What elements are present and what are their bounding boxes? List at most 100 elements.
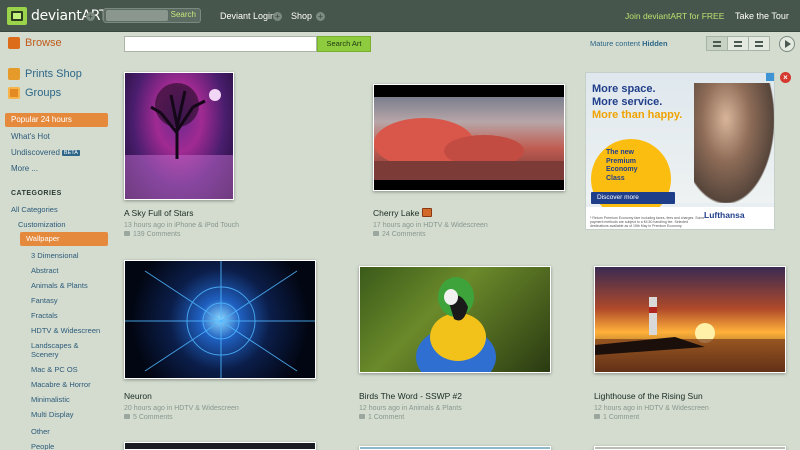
view-grid-button[interactable] xyxy=(727,36,749,51)
comment-icon xyxy=(373,231,379,236)
top-search-input[interactable] xyxy=(106,10,168,21)
thumb-neuron[interactable] xyxy=(124,260,316,379)
category-item[interactable]: Animals & Plants xyxy=(31,281,88,290)
deviation-title[interactable]: Lighthouse of the Rising Sun xyxy=(594,391,703,401)
tree-silhouette-icon xyxy=(125,83,233,199)
menu-plus-icon[interactable]: + xyxy=(86,12,95,21)
ad-caption: The new Premium Economy Class xyxy=(606,149,638,183)
nav-browse-label: Browse xyxy=(25,37,62,49)
comment-icon xyxy=(124,414,130,419)
ad-photo xyxy=(694,83,774,203)
top-search-button[interactable]: Search xyxy=(171,10,196,19)
nav-groups-label: Groups xyxy=(25,87,62,99)
shop-plus-icon[interactable]: + xyxy=(316,12,325,21)
slideshow-button[interactable] xyxy=(779,36,795,52)
deviation-comments[interactable]: 1 Comment xyxy=(359,414,404,421)
category-item[interactable]: All Categories xyxy=(11,205,58,214)
ad-cap-2: Premium xyxy=(606,157,636,165)
mature-value: Hidden xyxy=(642,39,668,48)
top-search[interactable]: Search xyxy=(103,8,201,23)
beta-badge: BETA xyxy=(61,150,80,156)
deviation-title[interactable]: Neuron xyxy=(124,391,152,401)
thumb-birds-the-word[interactable] xyxy=(359,266,551,373)
ad-line-3: More than happy. xyxy=(592,109,683,121)
deviation-meta: 20 hours ago in HDTV & Widescreen xyxy=(124,405,239,412)
ad-fine-print: * Return Premium Economy fare including … xyxy=(590,216,705,228)
ad-info-icon[interactable] xyxy=(766,73,774,81)
art-search-input[interactable] xyxy=(124,36,317,52)
filter-undiscovered-label: Undiscovered xyxy=(11,148,60,157)
nav-browse[interactable]: Browse xyxy=(8,37,62,49)
category-item[interactable]: HDTV & Widescreen xyxy=(31,326,100,335)
deviation-meta: 13 hours ago in iPhone & iPod Touch xyxy=(124,222,240,229)
deviation-meta: 12 hours ago in HDTV & Widescreen xyxy=(594,405,709,412)
deviation-meta: 12 hours ago in Animals & Plants xyxy=(359,405,462,412)
category-item[interactable]: People xyxy=(31,442,54,450)
category-item[interactable]: Other xyxy=(31,427,50,436)
category-item[interactable]: Abstract xyxy=(31,266,59,275)
sidebar: Browse Prints Shop Groups Popular 24 hou… xyxy=(0,33,112,450)
deviation-title[interactable]: A Sky Full of Stars xyxy=(124,208,193,218)
search-art-button[interactable]: Search Art xyxy=(317,36,371,52)
logo-text: deviantART xyxy=(31,8,108,24)
category-item[interactable]: Multi Display xyxy=(31,410,74,419)
list-view-icon xyxy=(713,41,721,47)
thumb-row3-2[interactable] xyxy=(359,446,551,450)
filter-undiscovered[interactable]: Undiscovered BETA xyxy=(11,148,80,157)
category-item[interactable]: Customization xyxy=(18,220,66,229)
tour-link[interactable]: Take the Tour xyxy=(735,11,789,21)
deviation-comments[interactable]: 1 Comment xyxy=(594,414,639,421)
deviation-title[interactable]: Cherry Lake xyxy=(373,208,432,218)
thumb-row3-3[interactable] xyxy=(594,446,786,450)
mature-content-toggle[interactable]: Mature content Hidden xyxy=(590,39,668,48)
deviation-comments[interactable]: 5 Comments xyxy=(124,414,173,421)
deviation-comments[interactable]: 139 Comments xyxy=(124,231,180,238)
login-plus-icon[interactable]: + xyxy=(273,12,282,21)
ad-line-1: More space. xyxy=(592,83,656,95)
thumb-lighthouse[interactable] xyxy=(594,266,786,373)
filter-whats-hot[interactable]: What's Hot xyxy=(11,132,50,141)
thumb-sky-full-of-stars[interactable] xyxy=(124,72,234,200)
ad-line-2: More service. xyxy=(592,96,663,108)
deviation-title-text: Cherry Lake xyxy=(373,208,420,218)
join-link[interactable]: Join deviantART for FREE xyxy=(625,11,724,21)
filter-popular-24[interactable]: Popular 24 hours xyxy=(5,113,108,127)
comment-icon xyxy=(594,414,600,419)
thumb-row3-1[interactable] xyxy=(124,442,316,450)
fractal-burst-icon xyxy=(125,261,315,378)
browse-icon xyxy=(8,37,20,49)
lighthouse-icon xyxy=(595,297,785,372)
category-item-selected[interactable]: Wallpaper xyxy=(20,232,108,246)
shop-link[interactable]: Shop xyxy=(291,11,312,21)
comment-icon xyxy=(124,231,130,236)
categories-heading: CATEGORIES xyxy=(11,190,62,197)
category-item[interactable]: Minimalistic xyxy=(31,395,70,404)
ad-cap-3: Economy xyxy=(606,166,638,173)
category-item[interactable]: Landscapes & Scenery xyxy=(31,341,93,359)
deviation-title[interactable]: Birds The Word - SSWP #2 xyxy=(359,391,462,401)
gift-icon xyxy=(421,208,432,217)
category-item[interactable]: 3 Dimensional xyxy=(31,251,79,260)
advertisement[interactable]: More space. More service. More than happ… xyxy=(585,72,775,230)
view-large-button[interactable] xyxy=(748,36,770,51)
view-list-button[interactable] xyxy=(706,36,728,51)
nav-prints-shop[interactable]: Prints Shop xyxy=(8,68,82,80)
deviantart-logo-icon xyxy=(7,7,27,25)
ad-close-icon[interactable]: × xyxy=(780,72,791,83)
thumb-cherry-lake[interactable] xyxy=(373,84,565,191)
category-item[interactable]: Fractals xyxy=(31,311,58,320)
deviant-login-link[interactable]: Deviant Login xyxy=(220,11,275,21)
deviation-comments[interactable]: 24 Comments xyxy=(373,231,426,238)
category-item[interactable]: Mac & PC OS xyxy=(31,365,78,374)
large-view-icon xyxy=(755,41,763,47)
nav-prints-label: Prints Shop xyxy=(25,68,82,80)
ad-discover-button[interactable]: Discover more xyxy=(591,192,675,204)
mature-label: Mature content xyxy=(590,39,641,48)
ad-brand: Lufthansa xyxy=(704,210,745,220)
top-bar: deviantART + Search Deviant Login + Shop… xyxy=(0,0,800,32)
category-item[interactable]: Macabre & Horror xyxy=(31,380,91,389)
nav-groups[interactable]: Groups xyxy=(8,87,61,99)
category-item[interactable]: Fantasy xyxy=(31,296,58,305)
comments-label: 1 Comment xyxy=(603,414,640,421)
filter-more[interactable]: More ... xyxy=(11,164,38,173)
